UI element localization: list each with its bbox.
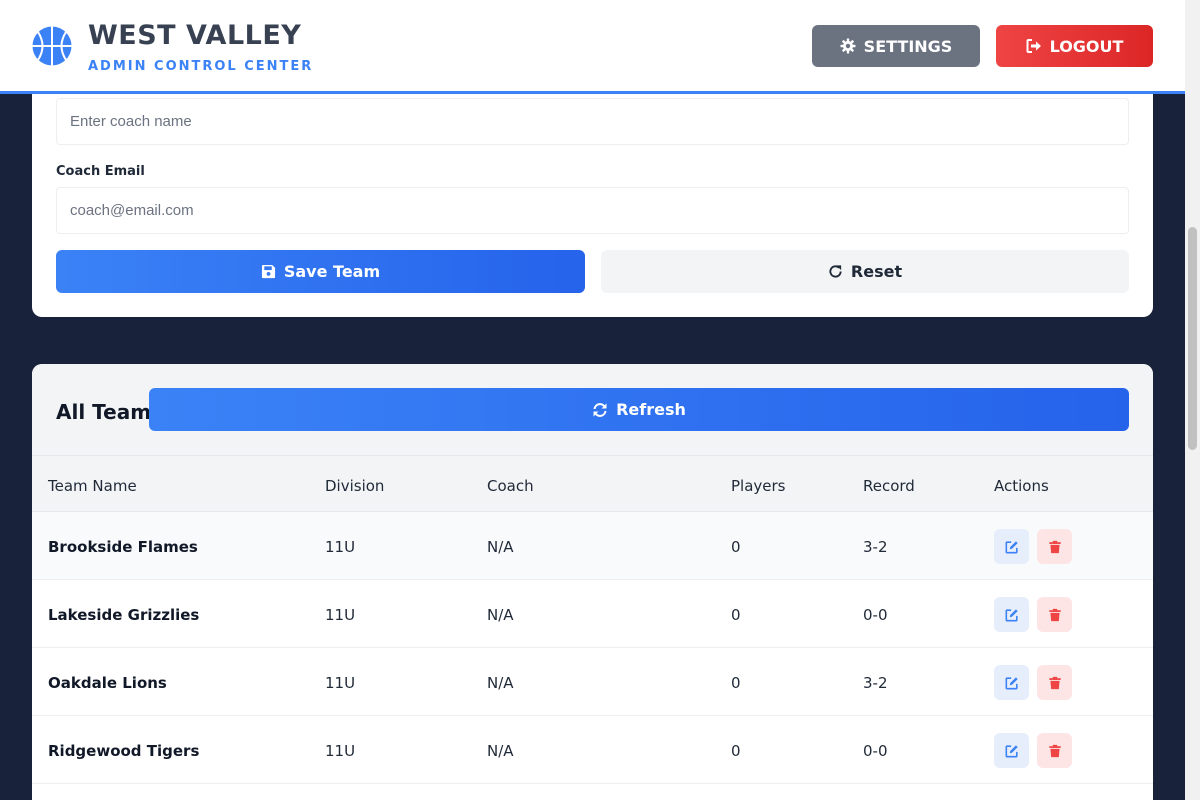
page-scrollbar[interactable]	[1185, 0, 1200, 800]
division-cell: 11U	[325, 606, 356, 624]
edit-team-button[interactable]	[994, 733, 1029, 768]
column-header-division: Division	[325, 477, 385, 495]
edit-icon	[1005, 540, 1018, 553]
column-header-record: Record	[863, 477, 915, 495]
edit-icon	[1005, 608, 1018, 621]
record-cell: 0-0	[863, 742, 888, 760]
gear-icon	[840, 38, 856, 54]
sign-out-icon	[1026, 39, 1041, 53]
coach-name-input[interactable]: Enter coach name	[56, 98, 1129, 145]
app-header: WEST VALLEY ADMIN CONTROL CENTER SETTING…	[0, 0, 1185, 94]
team-name-cell: Oakdale Lions	[48, 674, 167, 692]
players-cell: 0	[731, 742, 741, 760]
coach-cell: N/A	[487, 538, 514, 556]
delete-team-button[interactable]	[1037, 665, 1072, 700]
players-cell: 0	[731, 538, 741, 556]
edit-team-button[interactable]	[994, 597, 1029, 632]
edit-team-button[interactable]	[994, 529, 1029, 564]
settings-button[interactable]: SETTINGS	[812, 25, 980, 67]
rotate-icon	[829, 265, 842, 278]
trash-icon	[1048, 540, 1061, 553]
brand-title: WEST VALLEY	[88, 20, 302, 51]
column-header-players: Players	[731, 477, 786, 495]
logout-label: LOGOUT	[1049, 36, 1124, 56]
teams-card-header: All Teams Refresh	[32, 364, 1153, 456]
column-header-team-name: Team Name	[48, 477, 137, 495]
settings-label: SETTINGS	[863, 36, 953, 56]
division-cell: 11U	[325, 538, 356, 556]
team-name-cell: Ridgewood Tigers	[48, 742, 200, 760]
save-team-label: Save Team	[283, 262, 381, 281]
coach-email-label: Coach Email	[56, 164, 145, 179]
column-header-actions: Actions	[994, 477, 1049, 495]
delete-team-button[interactable]	[1037, 733, 1072, 768]
column-header-coach: Coach	[487, 477, 534, 495]
coach-cell: N/A	[487, 742, 514, 760]
all-teams-card: All Teams Refresh Team Name Division Coa…	[32, 364, 1153, 800]
floppy-disk-icon	[261, 264, 275, 279]
table-row: Brookside Flames 11U N/A 0 3-2	[32, 512, 1153, 580]
reset-label: Reset	[850, 262, 903, 281]
division-cell: 11U	[325, 742, 356, 760]
edit-icon	[1005, 676, 1018, 689]
edit-team-button[interactable]	[994, 665, 1029, 700]
coach-email-input[interactable]: coach@email.com	[56, 187, 1129, 234]
players-cell: 0	[731, 674, 741, 692]
team-form-card: Enter coach name Coach Email coach@email…	[32, 70, 1153, 317]
teams-table-body: Brookside Flames 11U N/A 0 3-2 Lakeside …	[32, 512, 1153, 784]
brand-subtitle: ADMIN CONTROL CENTER	[88, 59, 314, 74]
scrollbar-thumb[interactable]	[1188, 227, 1197, 450]
team-name-cell: Lakeside Grizzlies	[48, 606, 200, 624]
record-cell: 0-0	[863, 606, 888, 624]
teams-title: All Teams	[56, 400, 163, 424]
delete-team-button[interactable]	[1037, 597, 1072, 632]
players-cell: 0	[731, 606, 741, 624]
table-row: Ridgewood Tigers 11U N/A 0 0-0	[32, 716, 1153, 784]
edit-icon	[1005, 744, 1018, 757]
refresh-button[interactable]: Refresh	[149, 388, 1129, 431]
table-row: Lakeside Grizzlies 11U N/A 0 0-0	[32, 580, 1153, 648]
trash-icon	[1048, 676, 1061, 689]
table-row: Oakdale Lions 11U N/A 0 3-2	[32, 648, 1153, 716]
teams-table-header: Team Name Division Coach Players Record …	[32, 456, 1153, 512]
coach-cell: N/A	[487, 606, 514, 624]
coach-cell: N/A	[487, 674, 514, 692]
team-name-cell: Brookside Flames	[48, 538, 198, 556]
record-cell: 3-2	[863, 674, 888, 692]
logout-button[interactable]: LOGOUT	[996, 25, 1153, 67]
sync-icon	[593, 402, 607, 417]
trash-icon	[1048, 744, 1061, 757]
basketball-icon	[32, 26, 72, 66]
trash-icon	[1048, 608, 1061, 621]
refresh-label: Refresh	[616, 400, 686, 419]
record-cell: 3-2	[863, 538, 888, 556]
division-cell: 11U	[325, 674, 356, 692]
reset-button[interactable]: Reset	[601, 250, 1129, 293]
delete-team-button[interactable]	[1037, 529, 1072, 564]
save-team-button[interactable]: Save Team	[56, 250, 585, 293]
